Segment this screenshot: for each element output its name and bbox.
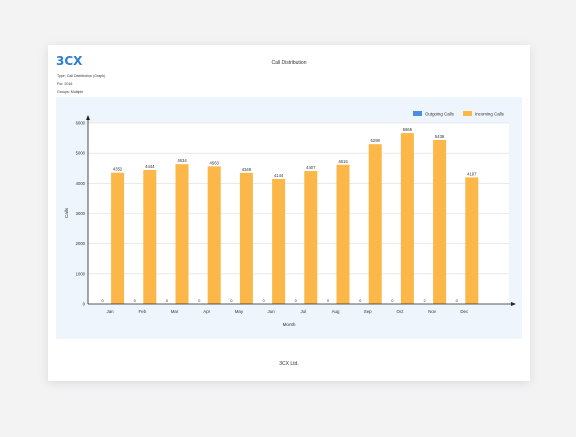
legend-label-incoming: Incoming Calls — [475, 112, 505, 117]
report-title: Call Distribution — [271, 60, 307, 66]
incoming-data-label: 4352 — [113, 167, 123, 172]
incoming-data-label: 4348 — [242, 167, 252, 172]
x-tick-label: May — [235, 309, 244, 314]
x-tick-label: Nov — [428, 309, 437, 314]
x-tick-label: Oct — [396, 309, 404, 314]
x-tick-label: Mar — [171, 309, 179, 314]
y-tick-label: 5000 — [76, 151, 86, 156]
x-tick-label: Jan — [107, 309, 115, 314]
incoming-bar — [336, 164, 350, 304]
incoming-bar — [207, 166, 221, 304]
incoming-data-label: 4444 — [145, 164, 155, 169]
incoming-data-label: 4407 — [306, 165, 316, 170]
incoming-bar — [368, 144, 382, 304]
legend-label-outgoing: Outgoing Calls — [425, 112, 455, 117]
x-axis-title: Month — [283, 322, 296, 327]
x-axis-arrow — [511, 302, 516, 306]
y-tick-label: 2000 — [76, 241, 86, 246]
y-axis-title: Calls — [64, 207, 69, 218]
incoming-bar — [111, 172, 125, 304]
incoming-bar — [143, 169, 157, 304]
x-tick-label: Jun — [268, 309, 276, 314]
incoming-bar — [433, 140, 447, 304]
incoming-bar — [465, 177, 479, 304]
report-page: 3CX Call Distribution Type: Call Distrib… — [48, 45, 530, 381]
y-tick-label: 0 — [83, 302, 86, 307]
y-axis-arrow — [86, 115, 90, 120]
incoming-data-label: 4616 — [338, 159, 348, 164]
incoming-data-label: 4197 — [467, 171, 477, 176]
x-tick-label: Jul — [300, 309, 306, 314]
report-groups: Groups: Multiple — [57, 90, 84, 94]
x-tick-label: Apr — [203, 309, 210, 314]
incoming-data-label: 4634 — [177, 158, 187, 163]
incoming-bar — [175, 164, 189, 304]
incoming-bar — [304, 171, 318, 304]
y-tick-label: 1000 — [76, 271, 86, 276]
incoming-data-label: 5436 — [435, 134, 445, 139]
y-tick-label: 4000 — [76, 181, 86, 186]
chart-panel: 0 1000 2000 3000 4000 5000 6000 0 4352 Jan 0 4444 Fe… — [56, 97, 522, 339]
legend-swatch-incoming — [463, 111, 472, 116]
incoming-data-label: 4144 — [274, 173, 284, 178]
x-tick-label: Sep — [364, 309, 372, 314]
incoming-data-label: 5298 — [371, 138, 381, 143]
x-tick-label: Dec — [460, 309, 469, 314]
incoming-data-label: 5665 — [403, 127, 413, 132]
x-tick-label: Aug — [332, 309, 340, 314]
bar-chart: 010002000300040005000600004352Jan04444Fe… — [64, 111, 516, 327]
incoming-bar — [272, 178, 286, 304]
y-tick-label: 6000 — [76, 121, 86, 126]
y-tick-label: 3000 — [76, 211, 86, 216]
incoming-data-label: 4563 — [210, 160, 220, 165]
x-tick-label: Feb — [139, 309, 147, 314]
report-period: For: 2016 — [57, 82, 73, 86]
legend-swatch-outgoing — [413, 111, 422, 116]
incoming-bar — [239, 172, 253, 304]
footer-company: 3CX Ltd. — [279, 361, 299, 367]
report-type: Type: Call Distribution (Graph) — [57, 74, 106, 78]
incoming-bar — [400, 133, 414, 304]
